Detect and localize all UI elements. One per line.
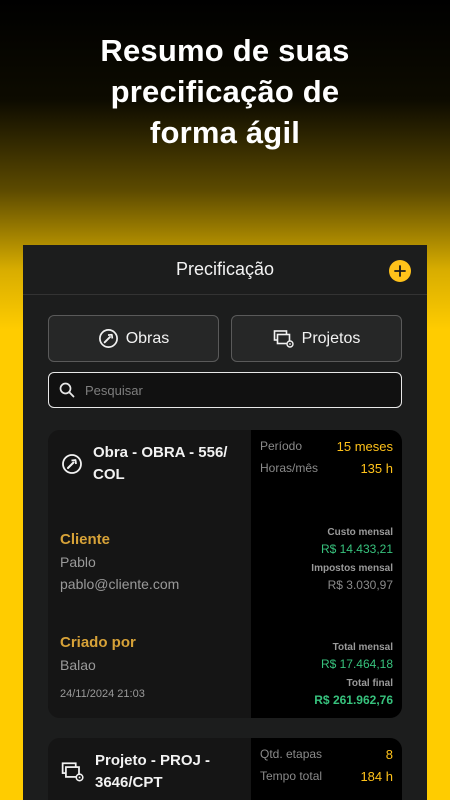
cliente-name: Pablo	[60, 554, 96, 570]
impostos-mensal-value: R$ 3.030,97	[327, 578, 393, 592]
criado-por-label: Criado por	[60, 634, 136, 651]
search-input[interactable]: Pesquisar	[48, 372, 402, 408]
card-header: Projeto - PROJ - 3646/CPT	[61, 750, 240, 794]
card-left-panel: Projeto - PROJ - 3646/CPT	[48, 738, 251, 800]
stat-value: 184 h	[360, 769, 393, 784]
hammer-icon	[98, 329, 118, 348]
cliente-email: pablo@cliente.com	[60, 576, 180, 592]
stat-value: 15 meses	[336, 439, 393, 454]
tab-projetos[interactable]: Projetos	[231, 315, 402, 362]
custo-mensal-label: Custo mensal	[327, 527, 393, 538]
card-right-panel: Qtd. etapas 8 Tempo total 184 h	[251, 738, 402, 800]
card-title: Obra - OBRA - 556/ COL	[93, 444, 228, 483]
created-date: 24/11/2024 21:03	[60, 688, 145, 700]
card-left-panel: Obra - OBRA - 556/ COL Cliente Pablo pab…	[48, 430, 251, 718]
custo-mensal-value: R$ 14.433,21	[320, 542, 393, 556]
search-icon	[59, 382, 75, 398]
stat-label: Horas/mês	[260, 461, 319, 475]
card-header: Obra - OBRA - 556/ COL	[61, 442, 238, 486]
plus-icon	[394, 265, 406, 277]
projects-icon	[61, 762, 84, 782]
stat-tempo-total: Tempo total 184 h	[260, 769, 393, 784]
obra-card[interactable]: Obra - OBRA - 556/ COL Cliente Pablo pab…	[48, 430, 402, 718]
tab-obras-label: Obras	[125, 329, 170, 347]
stat-label: Tempo total	[260, 769, 323, 783]
impostos-mensal-label: Impostos mensal	[311, 563, 393, 574]
page-title: Precificação	[175, 259, 275, 279]
hammer-icon	[62, 454, 82, 474]
stat-horas: Horas/mês 135 h	[260, 461, 393, 476]
add-button[interactable]	[389, 260, 411, 282]
app-bar: Precificação	[23, 245, 427, 295]
tab-projetos-label: Projetos	[301, 329, 361, 347]
stat-value: 135 h	[360, 461, 393, 476]
projeto-card[interactable]: Projeto - PROJ - 3646/CPT Qtd. etapas 8 …	[48, 738, 402, 800]
stat-label: Período	[260, 439, 303, 453]
stat-label: Qtd. etapas	[260, 747, 323, 761]
criado-por-name: Balao	[60, 657, 96, 673]
stat-periodo: Período 15 meses	[260, 439, 393, 454]
tab-obras[interactable]: Obras	[48, 315, 219, 362]
stat-etapas: Qtd. etapas 8	[260, 747, 393, 762]
stat-value: 8	[385, 747, 393, 762]
projects-icon	[273, 329, 294, 348]
card-title: Projeto - PROJ - 3646/CPT	[95, 752, 211, 791]
total-mensal-value: R$ 17.464,18	[320, 657, 393, 671]
cliente-label: Cliente	[60, 531, 111, 548]
search-placeholder: Pesquisar	[85, 382, 143, 398]
app-screen: Precificação Obras Projetos Pesquisar Ob…	[23, 245, 427, 800]
total-mensal-label: Total mensal	[332, 642, 393, 653]
total-final-label: Total final	[346, 678, 393, 689]
category-tabs: Obras Projetos	[48, 315, 402, 362]
card-right-panel: Período 15 meses Horas/mês 135 h Custo m…	[251, 430, 402, 718]
total-final-value: R$ 261.962,76	[314, 693, 393, 707]
promo-headline: Resumo de suas precificação de forma ági…	[100, 33, 350, 150]
